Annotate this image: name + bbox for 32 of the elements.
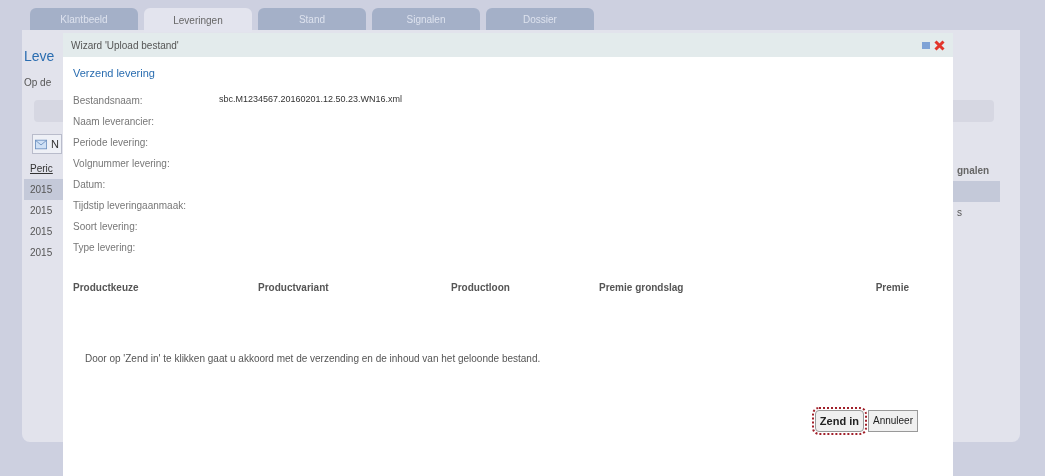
tab[interactable]: Leveringen	[144, 8, 252, 32]
intro-text: Op de	[24, 76, 53, 90]
new-button[interactable]: N	[32, 134, 62, 154]
column-header: Peric	[29, 162, 54, 176]
table-cell-text: 2015	[29, 246, 54, 260]
column-header: Premie grondslag	[599, 280, 685, 295]
close-icon[interactable]	[934, 39, 945, 51]
table-cell-text: 2015	[29, 225, 54, 239]
cancel-button[interactable]: Annuleer	[867, 409, 918, 432]
table-cell-text: s	[957, 206, 962, 220]
table-cell: 2015	[24, 179, 64, 200]
column-header: Premie	[874, 280, 909, 295]
column-header: gnalen	[956, 164, 991, 178]
field-label: Periode levering:	[73, 135, 150, 150]
field-label: Bestandsnaam:	[73, 93, 144, 108]
column-header: Productkeuze	[73, 280, 140, 295]
field-label: Type levering:	[73, 240, 137, 255]
field-label: Soort levering:	[73, 219, 139, 234]
column-header: Productloon	[451, 280, 511, 295]
step-title: Verzend levering	[73, 66, 156, 81]
field-label: Tijdstip leveringaanmaak:	[73, 198, 188, 213]
window-icon[interactable]	[922, 41, 930, 49]
field-label: Naam leverancier:	[73, 114, 156, 129]
field-value: sbc.M1234567.20160201.12.50.23.WN16.xml	[219, 93, 403, 107]
column-header: Productvariant	[258, 280, 330, 295]
table-cell-text: 2015	[29, 204, 54, 218]
mail-icon	[35, 138, 48, 150]
dialog-title: Wizard 'Upload bestand'	[71, 38, 179, 53]
field-label: Volgnummer levering:	[73, 156, 171, 171]
submit-button[interactable]: Zend in	[814, 409, 864, 432]
notice-text: Door op 'Zend in' te klikken gaat u akkoord met de verzending en de inhoud van het geloonde bestand.	[85, 351, 542, 366]
field-label: Datum:	[73, 177, 107, 192]
